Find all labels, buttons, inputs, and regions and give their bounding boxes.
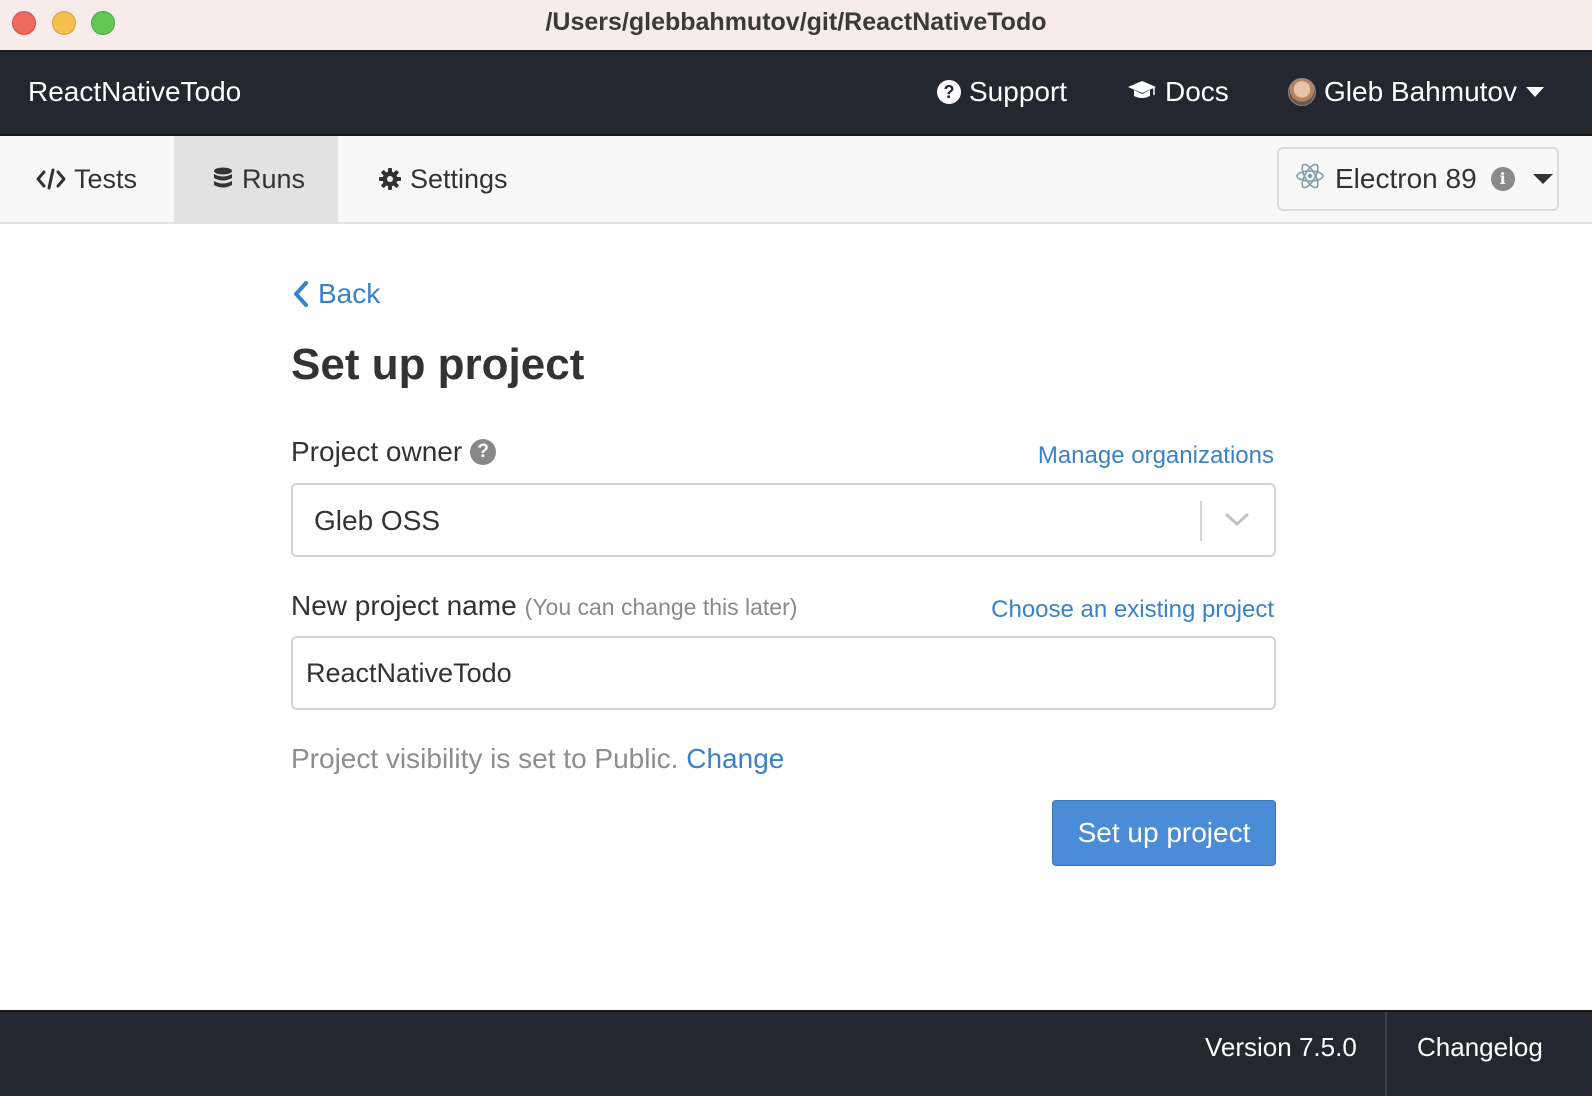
back-link[interactable]: Back <box>292 278 380 310</box>
chevron-down-icon <box>1224 511 1250 534</box>
window-title: /Users/glebbahmutov/git/ReactNativeTodo <box>545 8 1047 36</box>
project-owner-text: Project owner <box>291 436 463 467</box>
visibility-change-link[interactable]: Change <box>686 743 784 774</box>
avatar <box>1288 78 1316 106</box>
chevron-left-icon <box>294 281 308 307</box>
code-icon <box>36 168 66 190</box>
footer: Version 7.5.0 Changelog <box>0 1010 1592 1096</box>
changelog-link[interactable]: Changelog <box>1417 1032 1543 1063</box>
info-icon[interactable]: i <box>1490 167 1515 191</box>
docs-label: Docs <box>1165 76 1229 107</box>
project-name-text: New project name <box>291 590 517 621</box>
user-menu[interactable]: Gleb Bahmutov <box>1288 76 1544 108</box>
tab-runs[interactable]: Runs <box>174 136 338 222</box>
back-label: Back <box>318 278 381 309</box>
app-window: /Users/glebbahmutov/git/ReactNativeTodo … <box>0 0 1592 1096</box>
visibility-text: Project visibility is set to Public. Cha… <box>291 743 784 775</box>
tab-tests[interactable]: Tests <box>36 136 137 222</box>
project-name-label: New project name (You can change this la… <box>291 590 797 622</box>
help-icon[interactable]: ? <box>470 439 497 465</box>
manage-organizations-link[interactable]: Manage organizations <box>1038 442 1274 470</box>
support-label: Support <box>969 76 1068 107</box>
tab-runs-label: Runs <box>242 163 306 194</box>
browser-selector[interactable]: Electron 89 i <box>1277 147 1559 211</box>
browser-label: Electron 89 <box>1335 163 1477 194</box>
tab-tests-label: Tests <box>74 163 138 194</box>
electron-icon <box>1295 161 1325 198</box>
user-name: Gleb Bahmutov <box>1324 76 1517 107</box>
footer-divider <box>1385 1012 1387 1096</box>
gear-icon <box>378 167 402 191</box>
select-separator <box>1200 501 1202 541</box>
chevron-down-icon <box>1532 174 1553 184</box>
set-up-project-button[interactable]: Set up project <box>1052 800 1276 866</box>
project-name-hint: (You can change this later) <box>524 594 798 620</box>
page-title: Set up project <box>291 340 585 389</box>
question-circle-icon: ? <box>937 80 961 104</box>
tab-settings[interactable]: Settings <box>378 136 508 222</box>
title-bar: /Users/glebbahmutov/git/ReactNativeTodo <box>0 0 1592 52</box>
project-name: ReactNativeTodo <box>28 76 242 107</box>
project-owner-value: Gleb OSS <box>314 505 441 536</box>
visibility-message: Project visibility is set to Public. <box>291 743 679 774</box>
project-name-input[interactable] <box>291 636 1276 710</box>
caret-down-icon <box>1526 87 1544 97</box>
project-owner-select[interactable]: Gleb OSS <box>291 483 1276 557</box>
tab-settings-label: Settings <box>410 163 508 194</box>
choose-existing-project-link[interactable]: Choose an existing project <box>991 596 1274 624</box>
app-header: ReactNativeTodo ? Support Docs Gleb Bahm… <box>0 52 1592 136</box>
docs-link[interactable]: Docs <box>1127 76 1229 108</box>
graduation-cap-icon <box>1127 76 1157 108</box>
project-owner-label: Project owner ? <box>291 436 497 468</box>
database-icon <box>212 166 234 192</box>
support-link[interactable]: ? Support <box>937 76 1067 108</box>
version-label: Version 7.5.0 <box>1205 1032 1357 1062</box>
